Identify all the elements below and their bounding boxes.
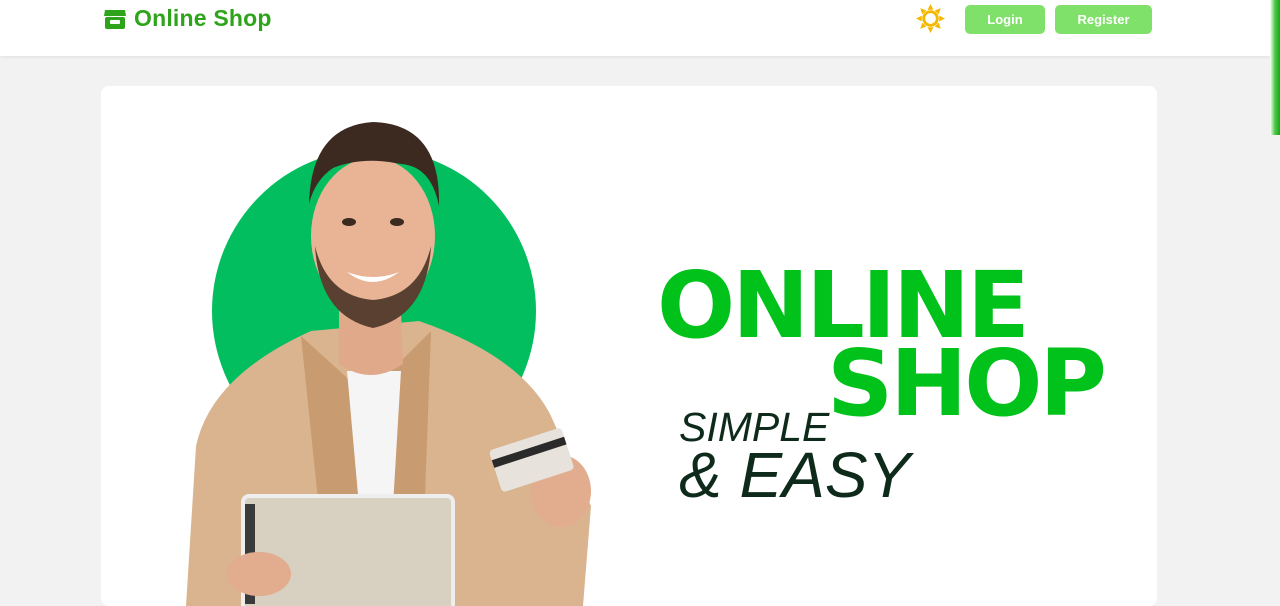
- shop-icon: [104, 9, 126, 29]
- hero-title-line2: SHOP: [827, 330, 1107, 437]
- man-with-tablet-and-card-photo: [186, 122, 591, 606]
- sun-icon[interactable]: [915, 3, 946, 34]
- scrollbar[interactable]: [1270, 0, 1280, 583]
- brand-name: Online Shop: [134, 5, 272, 31]
- scrollbar-thumb[interactable]: [1270, 0, 1280, 135]
- brand-link[interactable]: Online Shop: [102, 5, 272, 32]
- top-navbar: Online Shop Login Register: [0, 0, 1270, 56]
- hero-banner: ONLINE SHOP SIMPLE & EASY: [101, 86, 1157, 606]
- login-button[interactable]: Login: [965, 5, 1045, 34]
- register-button[interactable]: Register: [1055, 5, 1152, 34]
- hero-subtitle-line2: & EASY: [679, 439, 911, 511]
